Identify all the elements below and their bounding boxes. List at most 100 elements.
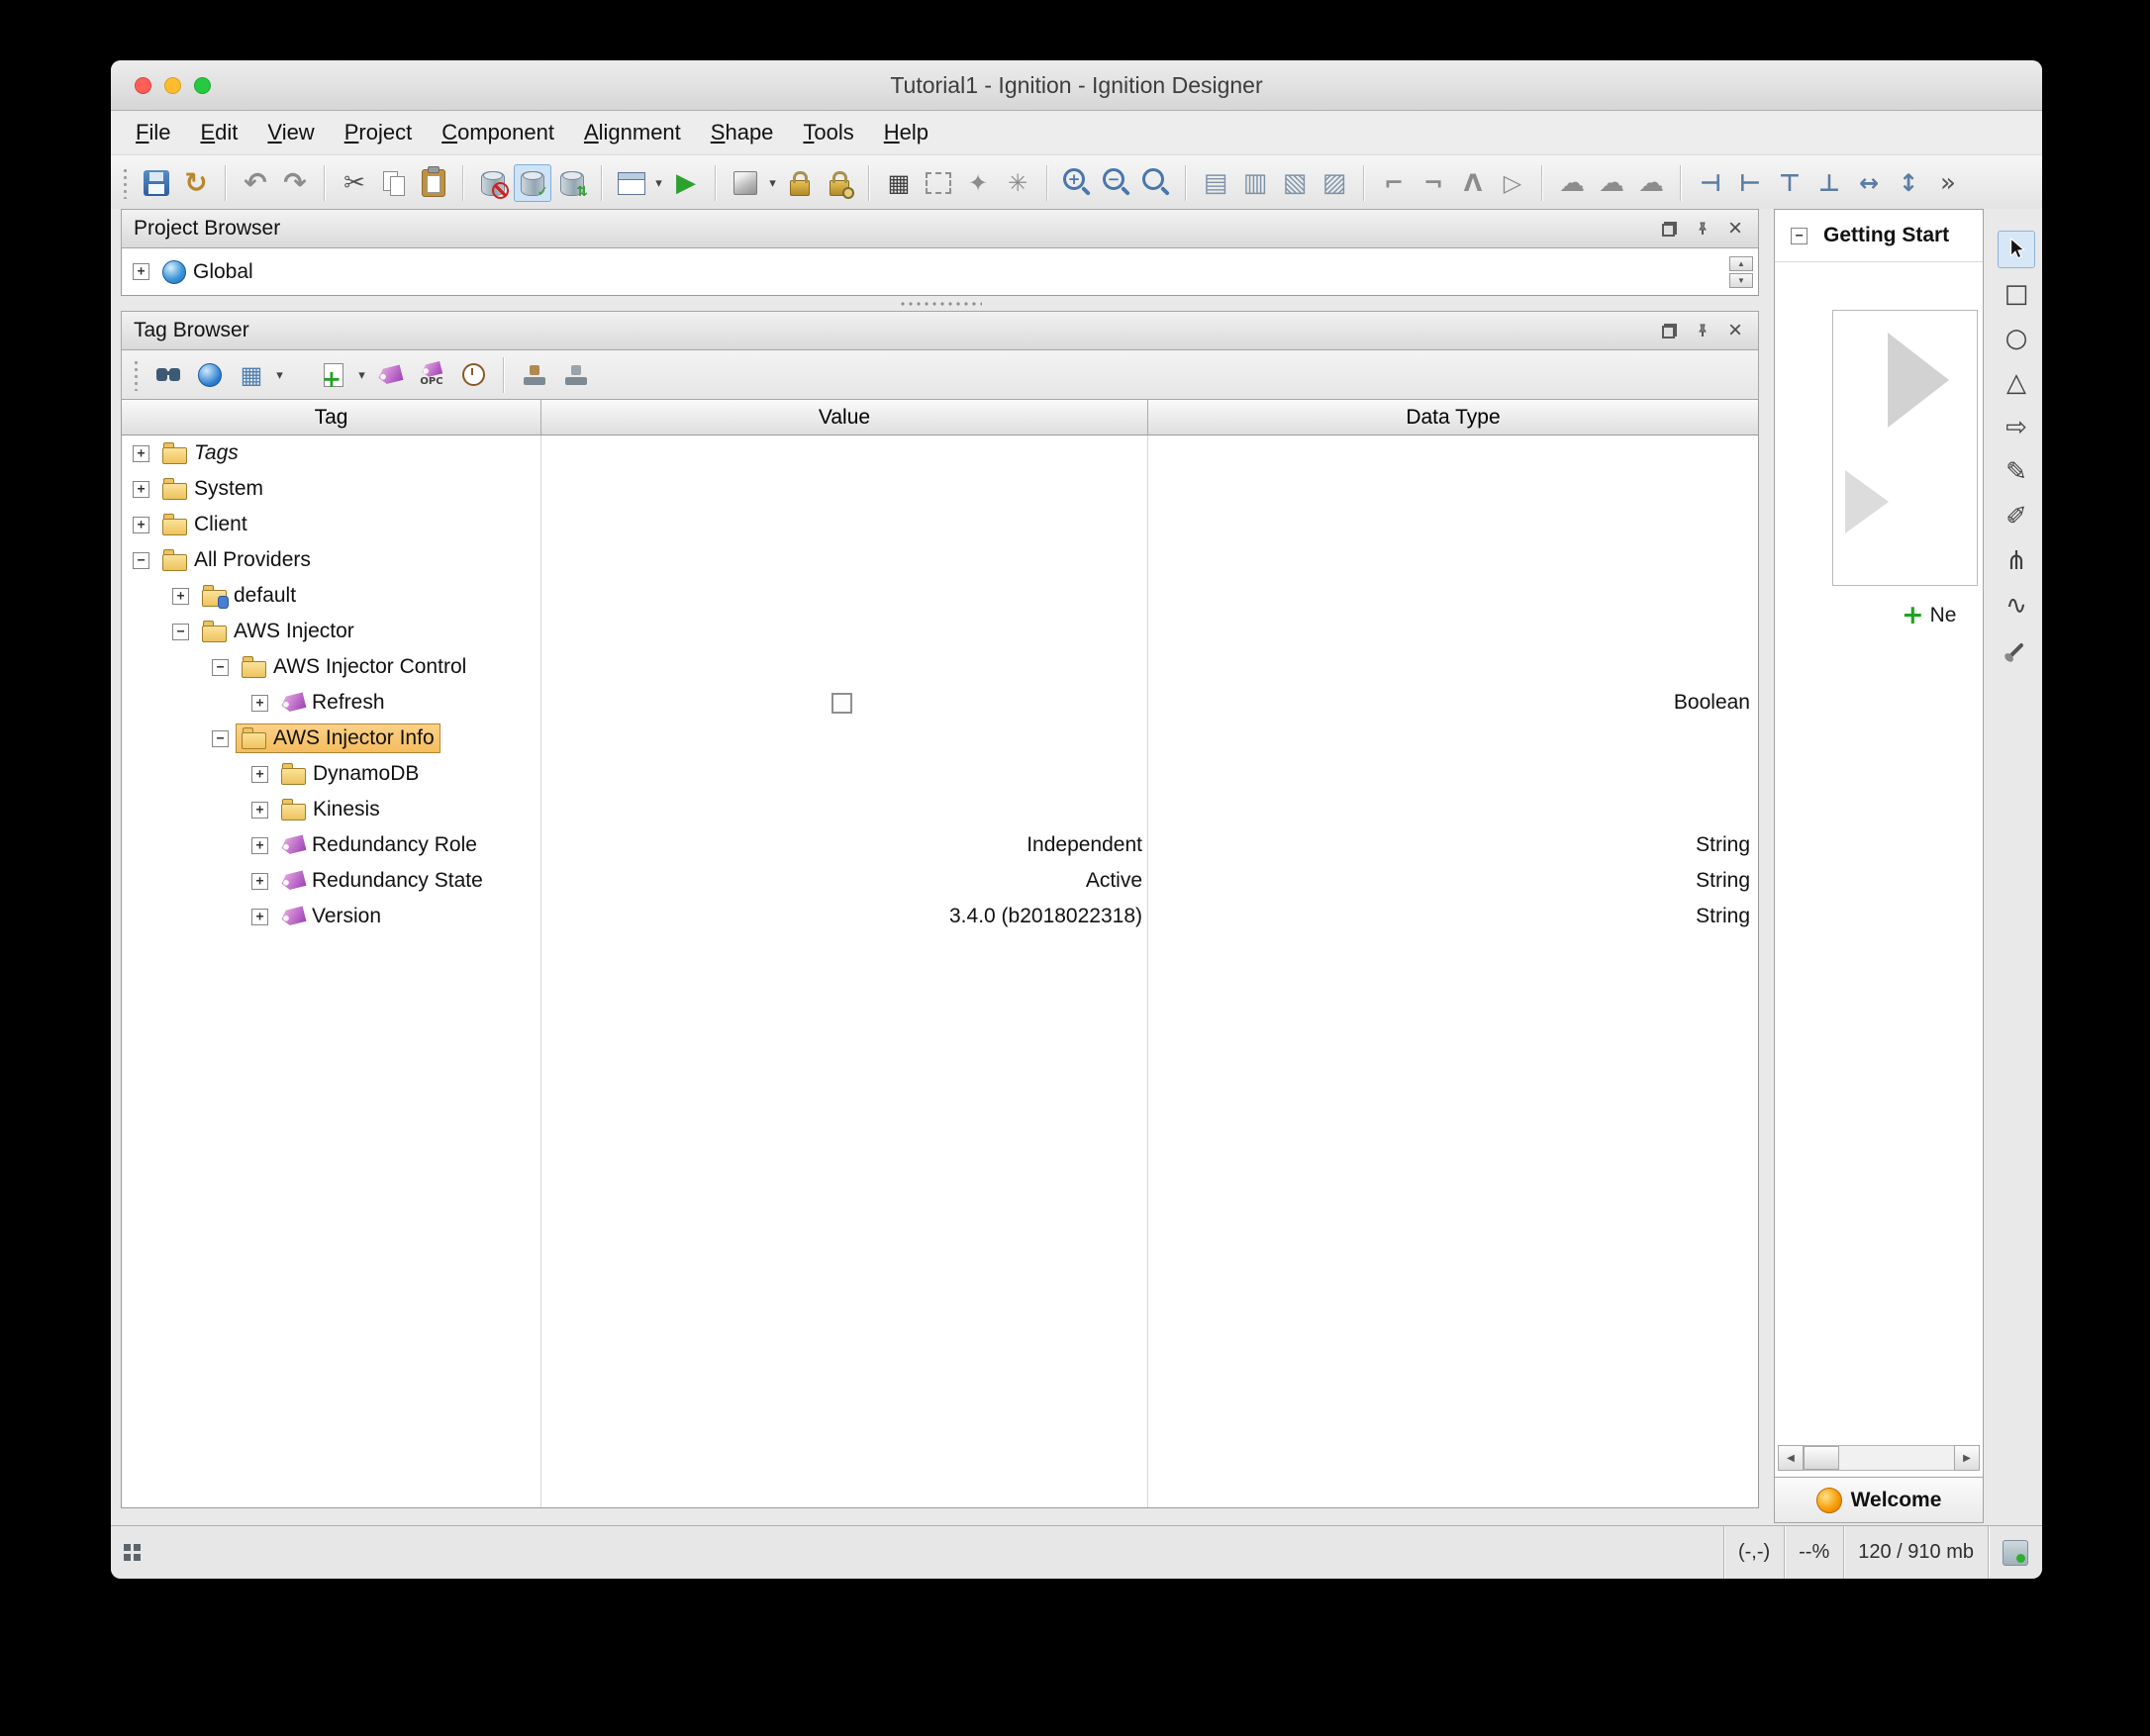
- tree-row-dynamodb[interactable]: + DynamoDB: [122, 756, 1758, 792]
- component-palette-caret[interactable]: ▾: [765, 164, 780, 202]
- pencil-tool-button[interactable]: ✎: [1998, 453, 2035, 491]
- tree-row-system[interactable]: + System: [122, 471, 1758, 507]
- rectangle-tool-button[interactable]: □: [1998, 275, 2035, 313]
- security-lock-button[interactable]: [781, 164, 819, 202]
- zoom-actual-button[interactable]: [1137, 164, 1175, 202]
- tree-node-selected[interactable]: AWS Injector Info: [236, 723, 440, 753]
- send-forward-button[interactable]: ▥: [1236, 164, 1274, 202]
- tag-table-view-caret[interactable]: ▾: [272, 356, 287, 394]
- preview-mode-button[interactable]: ▶: [667, 164, 705, 202]
- float-panel-icon[interactable]: [1661, 323, 1677, 338]
- spinner-up-button[interactable]: ▲: [1729, 255, 1753, 271]
- collapse-icon[interactable]: −: [1791, 227, 1808, 244]
- tree-row-tags[interactable]: + Tags: [122, 435, 1758, 471]
- window-grid-icon[interactable]: [124, 1544, 141, 1561]
- rotate-left-button[interactable]: ⌐: [1375, 164, 1413, 202]
- menu-file[interactable]: File: [121, 116, 185, 149]
- close-panel-icon[interactable]: ×: [1728, 217, 1742, 241]
- tree-row-refresh[interactable]: + Refresh Boolean: [122, 685, 1758, 721]
- tree-node[interactable]: DynamoDB: [275, 759, 425, 789]
- shape-difference-button[interactable]: ☁: [1593, 164, 1630, 202]
- close-window-button[interactable]: [135, 76, 151, 94]
- tree-node[interactable]: AWS Injector: [196, 617, 360, 646]
- minimize-window-button[interactable]: [164, 76, 181, 94]
- tree-node[interactable]: AWS Injector Control: [236, 652, 472, 682]
- skew-button[interactable]: Λ: [1454, 164, 1492, 202]
- paste-button[interactable]: [415, 164, 452, 202]
- node-tool-button[interactable]: ⋔: [1998, 542, 2035, 580]
- shape-intersect-button[interactable]: ☁: [1632, 164, 1670, 202]
- spinner-down-button[interactable]: ▼: [1729, 272, 1753, 288]
- menu-component[interactable]: Component: [427, 116, 569, 149]
- flip-button[interactable]: ▷: [1494, 164, 1531, 202]
- align-right-button[interactable]: ⊢: [1731, 164, 1769, 202]
- tree-row-aws-injector[interactable]: − AWS Injector: [122, 614, 1758, 649]
- opc-tag-button[interactable]: OPC: [412, 355, 451, 395]
- open-window-caret[interactable]: ▾: [651, 164, 666, 202]
- pin-panel-icon[interactable]: [1695, 221, 1710, 237]
- path-tool-button[interactable]: ∿: [1998, 587, 2035, 625]
- component-palette-button[interactable]: [727, 164, 764, 202]
- panel-splitter[interactable]: [121, 296, 1759, 311]
- menu-shape[interactable]: Shape: [696, 116, 789, 149]
- tree-node[interactable]: Refresh: [275, 688, 391, 718]
- move-to-back-button[interactable]: ▧: [1276, 164, 1314, 202]
- tree-node[interactable]: Client: [156, 510, 253, 539]
- refresh-providers-button[interactable]: [190, 355, 230, 395]
- burst-tool-button[interactable]: ✳: [999, 164, 1036, 202]
- tree-node-global[interactable]: Global: [156, 257, 259, 287]
- ellipse-tool-button[interactable]: ○: [1998, 320, 2035, 357]
- scrollbar-track[interactable]: [1804, 1445, 1954, 1471]
- expander-icon[interactable]: +: [133, 263, 149, 280]
- select-tool-button[interactable]: [1998, 231, 2035, 268]
- tree-row-redundancy-role[interactable]: + Redundancy Role Independent String: [122, 827, 1758, 863]
- zoom-in-button[interactable]: +: [1058, 164, 1096, 202]
- getting-started-header[interactable]: − Getting Start: [1775, 210, 1983, 262]
- tree-row-version[interactable]: + Version 3.4.0 (b2018022318) String: [122, 899, 1758, 934]
- expander-icon[interactable]: −: [212, 658, 229, 676]
- column-header-value[interactable]: Value: [541, 400, 1148, 434]
- tree-node[interactable]: Redundancy State: [275, 866, 489, 896]
- select-components-button[interactable]: ✦: [959, 164, 997, 202]
- close-panel-icon[interactable]: ×: [1728, 319, 1742, 342]
- eyedropper-tool-button[interactable]: [1998, 631, 2035, 669]
- align-top-button[interactable]: ⊤: [1771, 164, 1808, 202]
- tree-row-global[interactable]: + Global: [122, 248, 1758, 295]
- tree-node[interactable]: Tags: [156, 438, 244, 468]
- tree-row-default[interactable]: + default: [122, 578, 1758, 614]
- comm-read-write-button[interactable]: ⇅: [553, 164, 591, 202]
- tree-node[interactable]: System: [156, 474, 269, 504]
- cut-button[interactable]: ✂: [336, 164, 373, 202]
- find-tags-button[interactable]: [148, 355, 188, 395]
- tag-table-view-button[interactable]: ▦: [232, 355, 271, 395]
- tree-row-client[interactable]: + Client: [122, 507, 1758, 542]
- selection-marquee-button[interactable]: [920, 164, 957, 202]
- toolbar-overflow-button[interactable]: »: [1929, 164, 1967, 202]
- tree-node[interactable]: Kinesis: [275, 795, 386, 824]
- expander-icon[interactable]: +: [251, 872, 268, 890]
- open-window-button[interactable]: [613, 164, 650, 202]
- send-backward-button[interactable]: ▤: [1197, 164, 1234, 202]
- expander-icon[interactable]: +: [251, 908, 268, 925]
- scroll-right-button[interactable]: ▶: [1954, 1445, 1980, 1471]
- toolbar-grip[interactable]: [122, 167, 129, 199]
- tree-row-all-providers[interactable]: − All Providers: [122, 542, 1758, 578]
- redo-button[interactable]: ↷: [276, 164, 314, 202]
- expander-icon[interactable]: +: [251, 694, 268, 712]
- expander-icon[interactable]: +: [251, 801, 268, 819]
- scrollbar-thumb[interactable]: [1804, 1446, 1839, 1470]
- center-vertical-button[interactable]: ↕: [1890, 164, 1927, 202]
- rotate-right-button[interactable]: ¬: [1415, 164, 1452, 202]
- copy-button[interactable]: [375, 164, 413, 202]
- expander-icon[interactable]: +: [251, 765, 268, 783]
- align-left-button[interactable]: ⊣: [1692, 164, 1729, 202]
- menu-tools[interactable]: Tools: [788, 116, 868, 149]
- tree-row-aws-injector-control[interactable]: − AWS Injector Control: [122, 649, 1758, 685]
- import-tags-button[interactable]: [515, 355, 554, 395]
- menu-alignment[interactable]: Alignment: [569, 116, 696, 149]
- tree-row-kinesis[interactable]: + Kinesis: [122, 792, 1758, 827]
- expander-icon[interactable]: +: [133, 516, 149, 533]
- tree-node[interactable]: Redundancy Role: [275, 830, 483, 860]
- arrow-tool-button[interactable]: ⇨: [1998, 409, 2035, 446]
- tag-scan-button[interactable]: [453, 355, 493, 395]
